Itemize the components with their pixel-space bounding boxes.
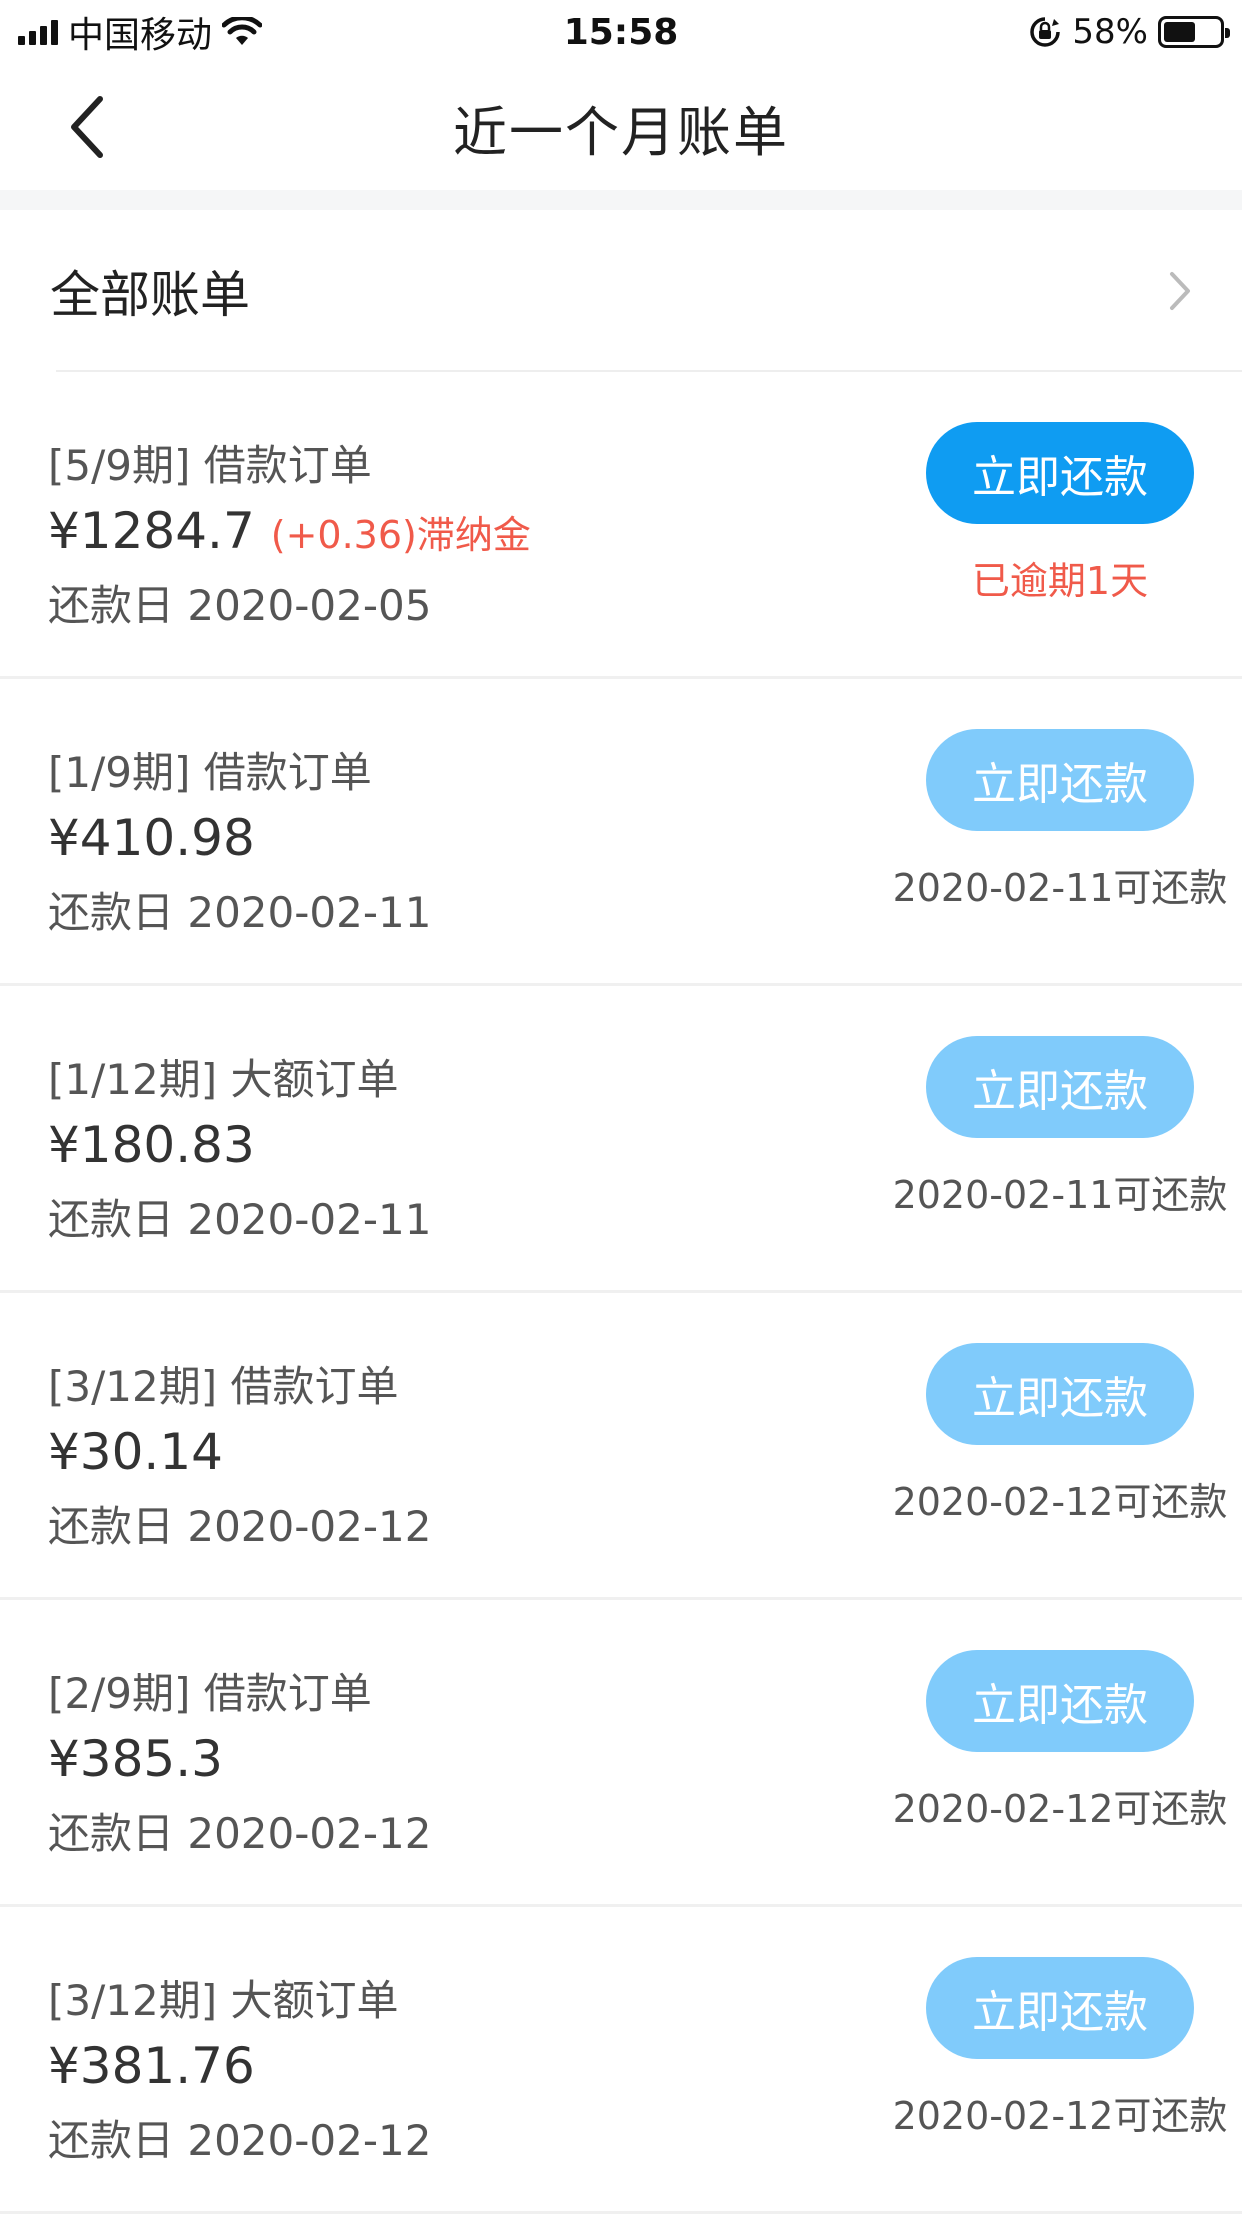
repay-status: 2020-02-11可还款 bbox=[892, 866, 1228, 910]
bill-amount-row: ¥30.14 bbox=[48, 1423, 239, 1481]
status-bar: 中国移动 15:58 58% bbox=[0, 0, 1242, 64]
chevron-left-icon bbox=[71, 96, 103, 158]
repay-status: 2020-02-11可还款 bbox=[892, 1173, 1228, 1217]
bill-due-date: 还款日 2020-02-12 bbox=[48, 1502, 432, 1551]
status-left: 中国移动 bbox=[18, 6, 263, 58]
bill-amount-row: ¥385.3 bbox=[48, 1730, 239, 1788]
status-right: 58% bbox=[1028, 12, 1230, 52]
bill-amount-row: ¥1284.7 (+0.36)滞纳金 bbox=[48, 502, 531, 560]
repay-button[interactable]: 立即还款 bbox=[926, 1957, 1194, 2059]
bill-amount: ¥1284.7 bbox=[48, 502, 255, 560]
bill-due-date: 还款日 2020-02-12 bbox=[48, 1809, 432, 1858]
battery-fill bbox=[1164, 22, 1196, 42]
bill-amount-row: ¥381.76 bbox=[48, 2037, 271, 2095]
battery-percent: 58% bbox=[1072, 12, 1148, 52]
back-button[interactable] bbox=[56, 92, 116, 162]
page-title: 近一个月账单 bbox=[453, 100, 789, 164]
bill-due-date: 还款日 2020-02-12 bbox=[48, 2116, 432, 2165]
bill-item: [3/12期] 借款订单 ¥30.14 还款日 2020-02-12 立即还款 … bbox=[0, 1293, 1242, 1600]
repay-status: 2020-02-12可还款 bbox=[892, 1480, 1228, 1524]
section-divider bbox=[0, 190, 1242, 210]
rotation-lock-icon bbox=[1030, 17, 1061, 47]
repay-button[interactable]: 立即还款 bbox=[926, 1650, 1194, 1752]
repay-button[interactable]: 立即还款 bbox=[926, 729, 1194, 831]
nav-bar: 近一个月账单 bbox=[0, 64, 1242, 190]
chevron-right-icon bbox=[1170, 272, 1190, 310]
battery-icon bbox=[1158, 16, 1230, 48]
bill-amount-row: ¥180.83 bbox=[48, 1116, 271, 1174]
bill-item: [3/12期] 大额订单 ¥381.76 还款日 2020-02-12 立即还款… bbox=[0, 1907, 1242, 2214]
carrier-label: 中国移动 bbox=[68, 15, 213, 56]
bill-item: [5/9期] 借款订单 ¥1284.7 (+0.36)滞纳金 还款日 2020-… bbox=[0, 372, 1242, 679]
bill-item: [2/9期] 借款订单 ¥385.3 还款日 2020-02-12 立即还款 2… bbox=[0, 1600, 1242, 1907]
bill-period: [1/12期] 大额订单 bbox=[48, 1055, 399, 1104]
repay-status: 2020-02-12可还款 bbox=[892, 2094, 1228, 2138]
bill-period: [3/12期] 借款订单 bbox=[48, 1362, 399, 1411]
bill-period: [2/9期] 借款订单 bbox=[48, 1669, 372, 1718]
bill-period: [1/9期] 借款订单 bbox=[48, 748, 372, 797]
bill-amount: ¥180.83 bbox=[48, 1116, 255, 1174]
repay-status: 2020-02-12可还款 bbox=[892, 1787, 1228, 1831]
late-fee: (+0.36)滞纳金 bbox=[270, 513, 531, 557]
bill-item: [1/12期] 大额订单 ¥180.83 还款日 2020-02-11 立即还款… bbox=[0, 986, 1242, 1293]
bill-amount: ¥385.3 bbox=[48, 1730, 223, 1788]
wifi-icon bbox=[222, 17, 263, 45]
repay-status: 已逾期1天 bbox=[971, 559, 1149, 603]
bill-period: [3/12期] 大额订单 bbox=[48, 1976, 399, 2025]
all-bills-row[interactable]: 全部账单 bbox=[0, 210, 1242, 372]
bill-due-date: 还款日 2020-02-05 bbox=[48, 581, 432, 630]
bill-amount: ¥381.76 bbox=[48, 2037, 255, 2095]
bill-item: [1/9期] 借款订单 ¥410.98 还款日 2020-02-11 立即还款 … bbox=[0, 679, 1242, 986]
bill-list: [5/9期] 借款订单 ¥1284.7 (+0.36)滞纳金 还款日 2020-… bbox=[0, 372, 1242, 2214]
repay-button[interactable]: 立即还款 bbox=[926, 1343, 1194, 1445]
bill-amount: ¥410.98 bbox=[48, 809, 255, 867]
all-bills-label: 全部账单 bbox=[50, 266, 250, 324]
signal-icon bbox=[18, 19, 58, 45]
repay-button[interactable]: 立即还款 bbox=[926, 422, 1194, 524]
repay-button[interactable]: 立即还款 bbox=[926, 1036, 1194, 1138]
bill-due-date: 还款日 2020-02-11 bbox=[48, 1195, 432, 1244]
bill-amount-row: ¥410.98 bbox=[48, 809, 271, 867]
bill-period: [5/9期] 借款订单 bbox=[48, 441, 372, 490]
bill-amount: ¥30.14 bbox=[48, 1423, 223, 1481]
bill-due-date: 还款日 2020-02-11 bbox=[48, 888, 432, 937]
